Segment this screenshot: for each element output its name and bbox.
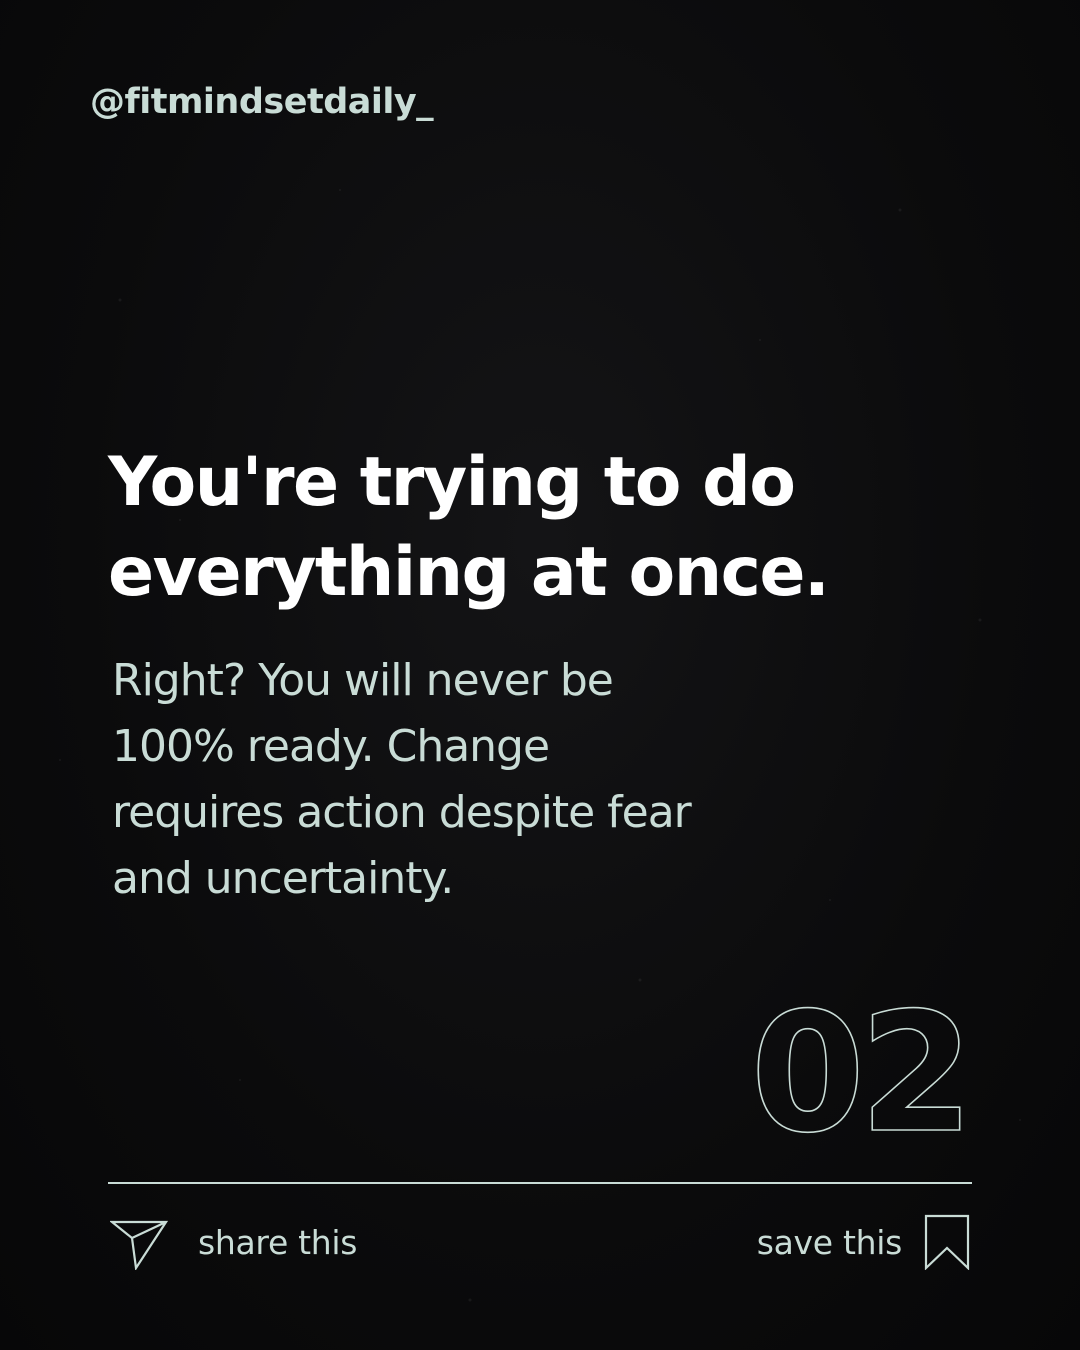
slide-number-text: 02 xyxy=(750,992,968,1142)
post-slide: @fitmindsetdaily_ You're trying to do ev… xyxy=(0,0,1080,1350)
share-button[interactable]: share this xyxy=(110,1212,357,1272)
bookmark-icon xyxy=(924,1214,970,1270)
headline: You're trying to do everything at once. xyxy=(108,443,830,612)
body-text: Right? You will never be 100% ready. Cha… xyxy=(112,655,692,904)
paper-plane-icon xyxy=(110,1214,168,1270)
footer-divider xyxy=(108,1182,972,1184)
share-label: share this xyxy=(198,1222,358,1262)
account-handle: @fitmindsetdaily_ xyxy=(90,82,434,122)
slide-number: 02 xyxy=(750,992,972,1142)
save-label: save this xyxy=(756,1222,903,1262)
save-button[interactable]: save this xyxy=(757,1212,970,1272)
